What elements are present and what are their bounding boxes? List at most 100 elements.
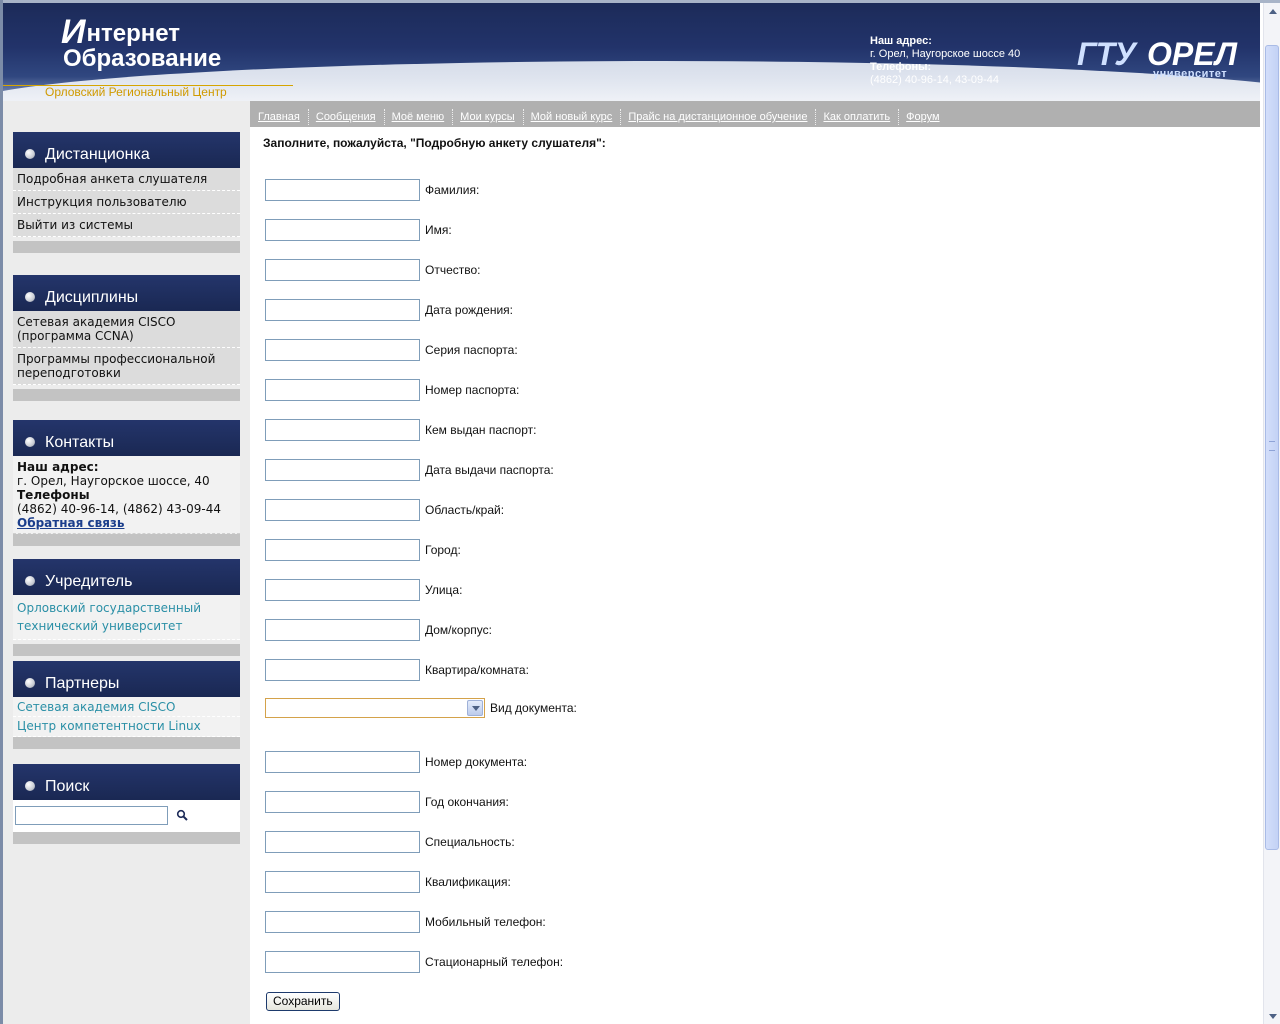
sidebar-title: Поиск: [45, 778, 90, 795]
main-content: Заполните, пожалуйста, "Подробную анкету…: [250, 127, 1260, 1024]
patronymic-label: Отчество:: [425, 263, 481, 277]
sidebar: Дистанционка Подробная анкета слушателя …: [3, 101, 250, 1024]
apartment-label: Квартира/комната:: [425, 663, 529, 677]
chevron-down-icon[interactable]: [467, 700, 483, 716]
passport-issue-date-field[interactable]: [265, 459, 420, 481]
patronymic-field[interactable]: [265, 259, 420, 281]
passport-series-field[interactable]: [265, 339, 420, 361]
nav-how-to-pay[interactable]: Как оплатить: [815, 109, 898, 125]
site-header: И нтернет Образование Орловский Регионал…: [3, 3, 1260, 101]
logo-word1: нтернет: [86, 20, 181, 47]
bullet-icon: [25, 781, 35, 791]
house-field[interactable]: [265, 619, 420, 641]
apartment-field[interactable]: [265, 659, 420, 681]
birth-date-field[interactable]: [265, 299, 420, 321]
sidebar-heading-contacts: Контакты: [13, 420, 240, 456]
sidebar-title: Партнеры: [45, 675, 120, 692]
city-field[interactable]: [265, 539, 420, 561]
sidebar-item-detailed-form[interactable]: Подробная анкета слушателя: [13, 168, 240, 191]
site-logo[interactable]: И нтернет Образование: [61, 13, 222, 72]
surname-field[interactable]: [265, 179, 420, 201]
contacts-phones: (4862) 40-96-14, (4862) 43-09-44: [17, 502, 221, 516]
sidebar-item-retraining[interactable]: Программы профессиональной переподготовк…: [13, 348, 240, 385]
top-navigation: Главная Сообщения Моё меню Мои курсы Мой…: [250, 101, 1260, 127]
phones-title: Телефоны:: [870, 61, 932, 73]
contacts-block: Наш адрес: г. Орел, Наугорское шоссе, 40…: [13, 456, 240, 534]
sidebar-box-contacts: Контакты Наш адрес: г. Орел, Наугорское …: [13, 420, 240, 546]
nav-my-courses[interactable]: Мои курсы: [452, 109, 522, 125]
passport-issue-date-label: Дата выдачи паспорта:: [425, 463, 554, 477]
document-type-label: Вид документа:: [490, 701, 577, 715]
street-field[interactable]: [265, 579, 420, 601]
sidebar-heading-founder: Учредитель: [13, 559, 240, 595]
mobile-phone-field[interactable]: [265, 911, 420, 933]
bullet-icon: [25, 576, 35, 586]
sidebar-heading-partners: Партнеры: [13, 661, 240, 697]
surname-label: Фамилия:: [425, 183, 480, 197]
birth-date-label: Дата рождения:: [425, 303, 513, 317]
sidebar-box-disciplines: Дисциплины Сетевая академия CISCO (прогр…: [13, 275, 240, 401]
address-value: г. Орел, Наугорское шоссе 40: [870, 48, 1021, 60]
nav-home[interactable]: Главная: [250, 111, 308, 123]
street-label: Улица:: [425, 583, 463, 597]
sidebar-box-footer: [13, 534, 240, 546]
sidebar-item-logout[interactable]: Выйти из системы: [13, 214, 240, 237]
feedback-link[interactable]: Обратная связь: [17, 516, 236, 530]
sidebar-box-footer: [13, 644, 240, 656]
sidebar-title: Контакты: [45, 434, 115, 451]
passport-number-field[interactable]: [265, 379, 420, 401]
sidebar-item-user-guide[interactable]: Инструкция пользователю: [13, 191, 240, 214]
first-name-field[interactable]: [265, 219, 420, 241]
scrollbar-thumb[interactable]: [1265, 45, 1279, 850]
logo-word2: Образование: [63, 45, 222, 72]
contacts-address-label: Наш адрес:: [17, 460, 99, 474]
form-heading: Заполните, пожалуйста, "Подробную анкету…: [263, 136, 606, 150]
house-label: Дом/корпус:: [425, 623, 492, 637]
qualification-label: Квалификация:: [425, 875, 511, 889]
vertical-scrollbar[interactable]: [1263, 3, 1280, 1024]
sidebar-item-partner-linux[interactable]: Центр компетентности Linux: [13, 717, 240, 737]
bullet-icon: [25, 149, 35, 159]
sidebar-heading-search: Поиск: [13, 764, 240, 800]
magnifier-icon[interactable]: [176, 809, 188, 821]
contacts-address: г. Орел, Наугорское шоссе, 40: [17, 474, 210, 488]
save-button[interactable]: Сохранить: [266, 992, 340, 1011]
document-type-select[interactable]: [265, 698, 485, 718]
search-input[interactable]: [15, 806, 168, 825]
nav-messages[interactable]: Сообщения: [307, 109, 384, 125]
sidebar-box-partners: Партнеры Сетевая академия CISCO Центр ко…: [13, 661, 240, 749]
passport-issuer-label: Кем выдан паспорт:: [425, 423, 537, 437]
landline-phone-field[interactable]: [265, 951, 420, 973]
search-row: [13, 800, 240, 832]
sidebar-item-partner-cisco[interactable]: Сетевая академия CISCO: [13, 697, 240, 717]
passport-number-label: Номер паспорта:: [425, 383, 520, 397]
sidebar-heading-disciplines: Дисциплины: [13, 275, 240, 311]
sidebar-heading-distance: Дистанционка: [13, 132, 240, 168]
univ-logo-left: ГТУ: [1077, 36, 1136, 72]
logo-subtitle: Орловский Региональный Центр: [45, 85, 227, 99]
specialty-field[interactable]: [265, 831, 420, 853]
document-number-field[interactable]: [265, 751, 420, 773]
sidebar-item-founder-university[interactable]: Орловский государственный технический ун…: [13, 595, 240, 640]
nav-my-menu[interactable]: Моё меню: [383, 109, 453, 125]
specialty-label: Специальность:: [425, 835, 515, 849]
university-logo[interactable]: ГТУ ОРЕЛ университет: [1073, 36, 1237, 84]
sidebar-box-footer: [13, 241, 240, 253]
passport-issuer-field[interactable]: [265, 419, 420, 441]
logo-letter: И: [61, 13, 86, 51]
nav-forum[interactable]: Форум: [898, 109, 947, 125]
grip-icon: [1269, 441, 1275, 451]
passport-series-label: Серия паспорта:: [425, 343, 518, 357]
qualification-field[interactable]: [265, 871, 420, 893]
bullet-icon: [25, 437, 35, 447]
scroll-down-icon[interactable]: [1265, 1008, 1280, 1024]
region-field[interactable]: [265, 499, 420, 521]
bullet-icon: [25, 292, 35, 302]
scroll-up-icon[interactable]: [1265, 3, 1280, 19]
bullet-icon: [25, 678, 35, 688]
nav-price[interactable]: Прайс на дистанционное обучение: [620, 109, 815, 125]
graduation-year-field[interactable]: [265, 791, 420, 813]
sidebar-item-cisco-ccna[interactable]: Сетевая академия CISCO (программа CCNA): [13, 311, 240, 348]
nav-new-course[interactable]: Мой новый курс: [522, 109, 621, 125]
header-address: Наш адрес: г. Орел, Наугорское шоссе 40 …: [870, 35, 1020, 87]
